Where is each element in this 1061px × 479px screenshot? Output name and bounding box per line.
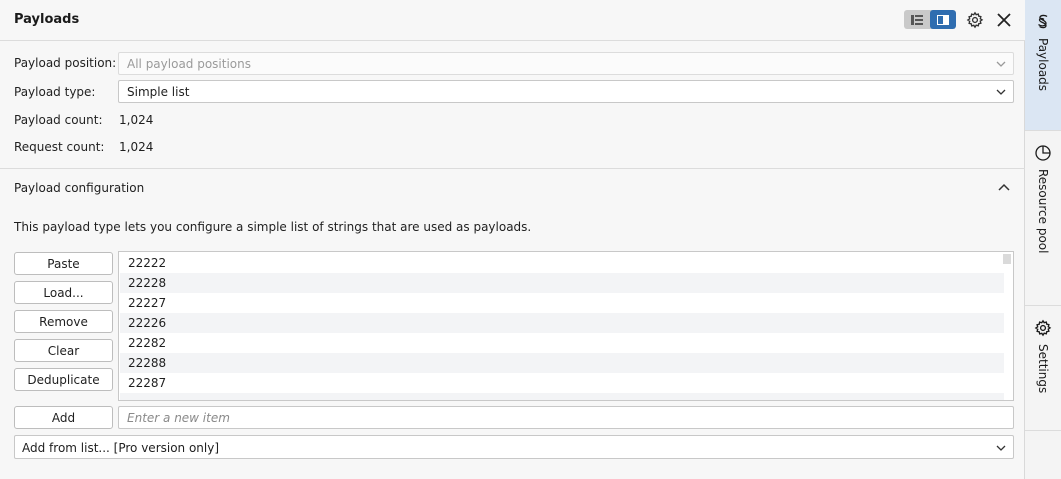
- list-item[interactable]: 22228: [120, 273, 1004, 293]
- list-item[interactable]: 22287: [120, 373, 1004, 393]
- payloads-icon: [1033, 12, 1053, 32]
- payload-count-label: Payload count:: [14, 113, 103, 127]
- add-button[interactable]: Add: [14, 406, 113, 429]
- sidebar-tab-resource-pool[interactable]: Resource pool: [1025, 131, 1061, 306]
- list-layout-icon[interactable]: [904, 10, 930, 29]
- request-count-label: Request count:: [14, 140, 105, 154]
- panel-title: Payloads: [14, 12, 80, 27]
- sidebar-tab-label: Payloads: [1036, 38, 1050, 92]
- payload-type-label: Payload type:: [14, 85, 96, 99]
- new-item-input[interactable]: [119, 407, 1013, 428]
- list-item[interactable]: 22227: [120, 293, 1004, 313]
- payload-position-select[interactable]: All payload positions: [118, 52, 1014, 75]
- sidebar-tab-label: Settings: [1036, 344, 1050, 394]
- payloads-panel: Payloads Payload position: All payload p…: [0, 0, 1025, 479]
- chevron-down-icon: [995, 442, 1007, 457]
- right-sidebar: Payloads Resource pool Settings: [1025, 0, 1061, 479]
- add-from-list-select[interactable]: Add from list... [Pro version only]: [14, 435, 1014, 459]
- payload-position-value: All payload positions: [127, 57, 252, 71]
- list-item[interactable]: 22226: [120, 313, 1004, 333]
- deduplicate-button[interactable]: Deduplicate: [14, 368, 113, 391]
- sidebar-tab-payloads[interactable]: Payloads: [1025, 0, 1061, 131]
- payload-position-label: Payload position:: [14, 56, 117, 70]
- chevron-down-icon: [995, 58, 1007, 73]
- chevron-up-icon[interactable]: [994, 178, 1014, 198]
- list-item[interactable]: 22288: [120, 353, 1004, 373]
- payload-count-value: 1,024: [119, 113, 154, 127]
- paste-button[interactable]: Paste: [14, 252, 113, 275]
- sidebar-tab-label: Resource pool: [1036, 169, 1050, 254]
- close-icon[interactable]: [992, 8, 1016, 32]
- section-divider: [0, 168, 1025, 169]
- load-button[interactable]: Load...: [14, 281, 113, 304]
- request-count-value: 1,024: [119, 140, 154, 154]
- gear-icon: [1033, 318, 1053, 338]
- settings-gear-icon[interactable]: [963, 8, 987, 32]
- panel-header: Payloads: [0, 0, 1025, 41]
- new-item-input-wrapper: [118, 406, 1014, 429]
- list-item[interactable]: 22222: [120, 253, 1004, 273]
- payload-configuration-title: Payload configuration: [14, 181, 145, 195]
- payload-type-select[interactable]: Simple list: [118, 80, 1014, 103]
- split-layout-icon[interactable]: [930, 10, 956, 29]
- payload-configuration-description: This payload type lets you configure a s…: [14, 220, 532, 234]
- payload-list[interactable]: 22222 22228 22227 22226 22282 22288 2228…: [118, 251, 1014, 401]
- chevron-down-icon: [995, 86, 1007, 101]
- sidebar-tab-settings[interactable]: Settings: [1025, 306, 1061, 431]
- remove-button[interactable]: Remove: [14, 310, 113, 333]
- add-from-list-value: Add from list... [Pro version only]: [22, 441, 220, 455]
- list-item[interactable]: 22282: [120, 333, 1004, 353]
- pie-chart-icon: [1033, 143, 1053, 163]
- clear-button[interactable]: Clear: [14, 339, 113, 362]
- list-scrollbar[interactable]: [1003, 254, 1011, 264]
- payload-type-value: Simple list: [127, 85, 190, 99]
- list-item-partial[interactable]: [120, 393, 1004, 400]
- layout-toggle[interactable]: [904, 10, 956, 29]
